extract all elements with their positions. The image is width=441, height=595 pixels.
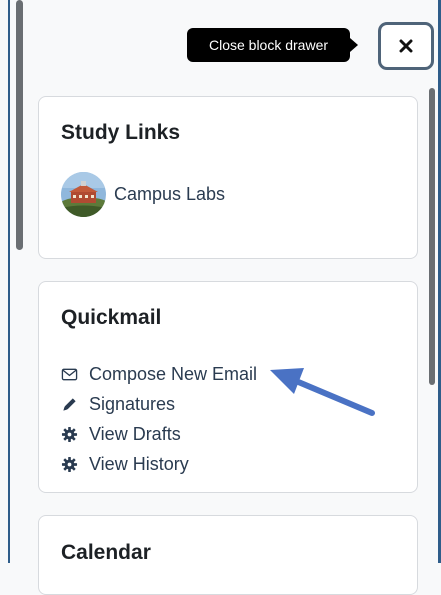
quickmail-block: Quickmail Compose New Email Signatures V… <box>38 281 418 493</box>
view-history-link[interactable]: View History <box>60 449 257 479</box>
study-link-label: Campus Labs <box>114 184 226 204</box>
view-drafts-link[interactable]: View Drafts <box>60 419 257 449</box>
block-title: Quickmail <box>61 306 162 329</box>
quickmail-links: Compose New Email Signatures View Drafts… <box>60 359 257 479</box>
signatures-link[interactable]: Signatures <box>60 389 257 419</box>
close-drawer-tooltip: Close block drawer <box>187 28 350 62</box>
link-label: Compose New Email <box>89 363 258 384</box>
compose-new-email-link[interactable]: Compose New Email <box>60 359 257 389</box>
block-title: Study Links <box>61 121 181 144</box>
link-label: View Drafts <box>89 423 181 444</box>
link-label: Signatures <box>89 393 176 414</box>
close-drawer-button[interactable] <box>378 22 434 70</box>
campus-building-avatar <box>61 172 106 217</box>
pencil-icon <box>60 395 78 413</box>
link-label: View History <box>89 453 189 474</box>
tooltip-arrow <box>350 38 358 52</box>
page-scrollbar[interactable] <box>16 0 23 250</box>
envelope-icon <box>60 365 78 383</box>
calendar-block: Calendar <box>38 515 418 595</box>
close-icon <box>399 39 413 53</box>
block-title: Calendar <box>61 541 151 564</box>
study-links-block: Study Links Campus Labs <box>38 96 418 259</box>
gear-icon <box>60 425 78 443</box>
drawer-scrollbar[interactable] <box>429 88 435 385</box>
gear-icon <box>60 455 78 473</box>
study-link-campus-labs[interactable]: Campus Labs <box>61 172 225 217</box>
drawer-left-border <box>8 0 10 563</box>
